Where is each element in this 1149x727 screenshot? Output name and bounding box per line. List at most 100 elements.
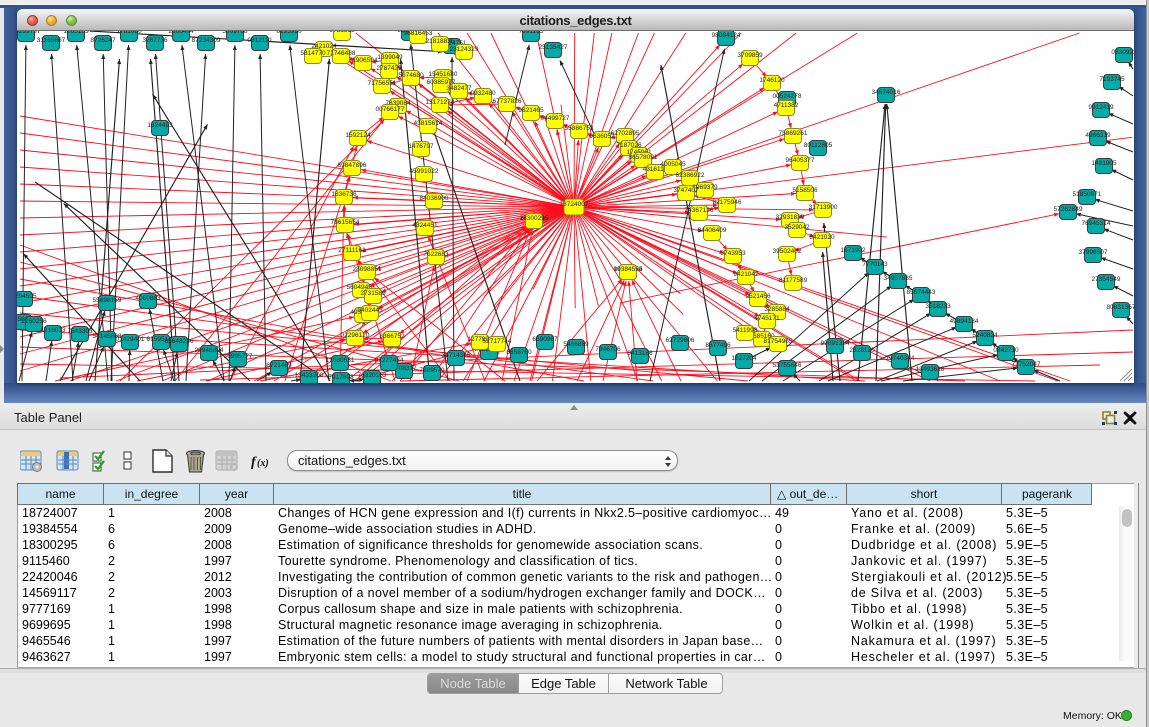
- svg-text:1746120: 1746120: [759, 77, 785, 84]
- svg-text:18724007: 18724007: [560, 201, 589, 208]
- svg-text:71746488: 71746488: [327, 50, 356, 57]
- svg-text:0842710: 0842710: [993, 347, 1019, 354]
- svg-text:27354549: 27354549: [1092, 276, 1121, 283]
- svg-text:0330923: 0330923: [1111, 49, 1134, 56]
- svg-text:32931839: 32931839: [776, 214, 805, 221]
- svg-text:5814770: 5814770: [300, 50, 326, 57]
- svg-text:67737826: 67737826: [493, 98, 522, 105]
- svg-text:00766177: 00766177: [376, 106, 405, 113]
- svg-text:21818835: 21818835: [426, 38, 455, 45]
- svg-text:9421047: 9421047: [733, 271, 759, 278]
- svg-text:9413186: 9413186: [627, 350, 653, 357]
- svg-text:98084124: 98084124: [712, 32, 741, 39]
- svg-text:84036900: 84036900: [420, 195, 449, 202]
- svg-text:25135427: 25135427: [539, 44, 568, 51]
- svg-text:3709859: 3709859: [737, 52, 763, 59]
- svg-text:5674680: 5674680: [398, 72, 424, 79]
- svg-text:71906594: 71906594: [349, 57, 378, 64]
- svg-text:6204505: 6204505: [17, 293, 37, 300]
- svg-text:34874016: 34874016: [872, 89, 901, 96]
- svg-text:86578091: 86578091: [629, 154, 658, 161]
- svg-text:00524278: 00524278: [773, 93, 802, 100]
- svg-text:80112805: 80112805: [804, 142, 833, 149]
- svg-text:1836736: 1836736: [331, 191, 357, 198]
- svg-text:55886753: 55886753: [565, 125, 594, 132]
- svg-text:13171274: 13171274: [426, 99, 455, 106]
- svg-text:7991183: 7991183: [519, 31, 544, 35]
- svg-text:96816453: 96816453: [404, 31, 433, 37]
- svg-text:0812191: 0812191: [247, 37, 273, 44]
- svg-text:4005045: 4005045: [660, 161, 686, 168]
- svg-text:1399049: 1399049: [377, 54, 403, 61]
- svg-text:69847896: 69847896: [338, 162, 367, 169]
- svg-text:37996507: 37996507: [1079, 249, 1108, 256]
- svg-text:9912419: 9912419: [1088, 104, 1114, 111]
- svg-text:7193745: 7193745: [1099, 76, 1125, 83]
- svg-text:4966319: 4966319: [1085, 132, 1111, 139]
- svg-text:76615654: 76615654: [331, 219, 360, 226]
- svg-text:80831367: 80831367: [1107, 304, 1134, 311]
- svg-text:7770143: 7770143: [862, 261, 888, 268]
- svg-text:3747407: 3747407: [673, 187, 699, 194]
- svg-text:5158506: 5158506: [792, 187, 818, 194]
- svg-text:1592124: 1592124: [345, 132, 371, 139]
- svg-text:8421020: 8421020: [809, 234, 835, 241]
- svg-text:4216073: 4216073: [40, 327, 66, 334]
- svg-text:99091334: 99091334: [821, 340, 850, 347]
- svg-text:49894134: 49894134: [950, 318, 979, 325]
- svg-text:74367136: 74367136: [685, 207, 714, 214]
- svg-text:85574443: 85574443: [907, 289, 936, 296]
- svg-text:1671902: 1671902: [840, 247, 866, 254]
- svg-text:1824493: 1824493: [147, 122, 173, 129]
- svg-text:2260256: 2260256: [21, 318, 47, 325]
- svg-text:0932480: 0932480: [470, 90, 496, 97]
- svg-text:79740344: 79740344: [886, 355, 915, 362]
- svg-text:76945314: 76945314: [1082, 220, 1111, 227]
- svg-text:71756551: 71756551: [368, 80, 397, 87]
- svg-text:13433200: 13433200: [295, 372, 324, 379]
- svg-text:81754965: 81754965: [764, 338, 793, 345]
- svg-text:77752047: 77752047: [1012, 361, 1041, 368]
- svg-text:2787429: 2787429: [376, 65, 402, 72]
- svg-text:23300295: 23300295: [520, 215, 549, 222]
- svg-text:5009788: 5009788: [222, 31, 248, 35]
- svg-text:4711382: 4711382: [774, 102, 799, 109]
- svg-text:1627204: 1627204: [731, 355, 757, 362]
- svg-text:1781080: 1781080: [116, 31, 142, 35]
- svg-text:36995777: 36995777: [224, 353, 253, 360]
- svg-text:53755646: 53755646: [773, 362, 802, 369]
- svg-text:62702895: 62702895: [611, 130, 640, 137]
- svg-text:81177589: 81177589: [779, 277, 808, 284]
- svg-text:9402445: 9402445: [357, 307, 383, 314]
- svg-text:76320163: 76320163: [358, 372, 387, 379]
- svg-text:5466889: 5466889: [563, 341, 589, 348]
- svg-text:2606474: 2606474: [168, 31, 194, 35]
- svg-text:5240824: 5240824: [972, 332, 998, 339]
- svg-text:9821465: 9821465: [518, 107, 544, 114]
- svg-text:8726247: 8726247: [90, 37, 116, 44]
- svg-text:8677496: 8677496: [705, 342, 731, 349]
- svg-text:34957885: 34957885: [884, 275, 913, 282]
- svg-text:7543303: 7543303: [67, 328, 93, 335]
- svg-text:1476797: 1476797: [408, 143, 434, 150]
- svg-text:38299737: 38299737: [17, 31, 41, 35]
- svg-text:34714345: 34714345: [442, 352, 471, 359]
- svg-text:02296120: 02296120: [341, 332, 370, 339]
- svg-text:27111161: 27111161: [338, 247, 366, 254]
- svg-text:3518233: 3518233: [925, 303, 951, 310]
- svg-text:7917693: 7917693: [328, 374, 354, 381]
- svg-text:3267736: 3267736: [142, 37, 168, 44]
- svg-text:3482477: 3482477: [446, 85, 472, 92]
- svg-text:7622683: 7622683: [423, 251, 449, 258]
- svg-text:51850671: 51850671: [1073, 191, 1102, 198]
- svg-text:01429401: 01429401: [116, 336, 145, 343]
- svg-text:13493618: 13493618: [916, 366, 945, 373]
- svg-text:8366752: 8366752: [379, 333, 405, 340]
- svg-text:9743953: 9743953: [720, 250, 746, 257]
- svg-text:04499727: 04499727: [541, 115, 570, 122]
- svg-text:31713900: 31713900: [809, 204, 838, 211]
- svg-text:1065133: 1065133: [63, 31, 89, 35]
- svg-text:29946804: 29946804: [195, 347, 224, 354]
- svg-text:62729806: 62729806: [666, 337, 695, 344]
- svg-text:23124329: 23124329: [450, 46, 479, 53]
